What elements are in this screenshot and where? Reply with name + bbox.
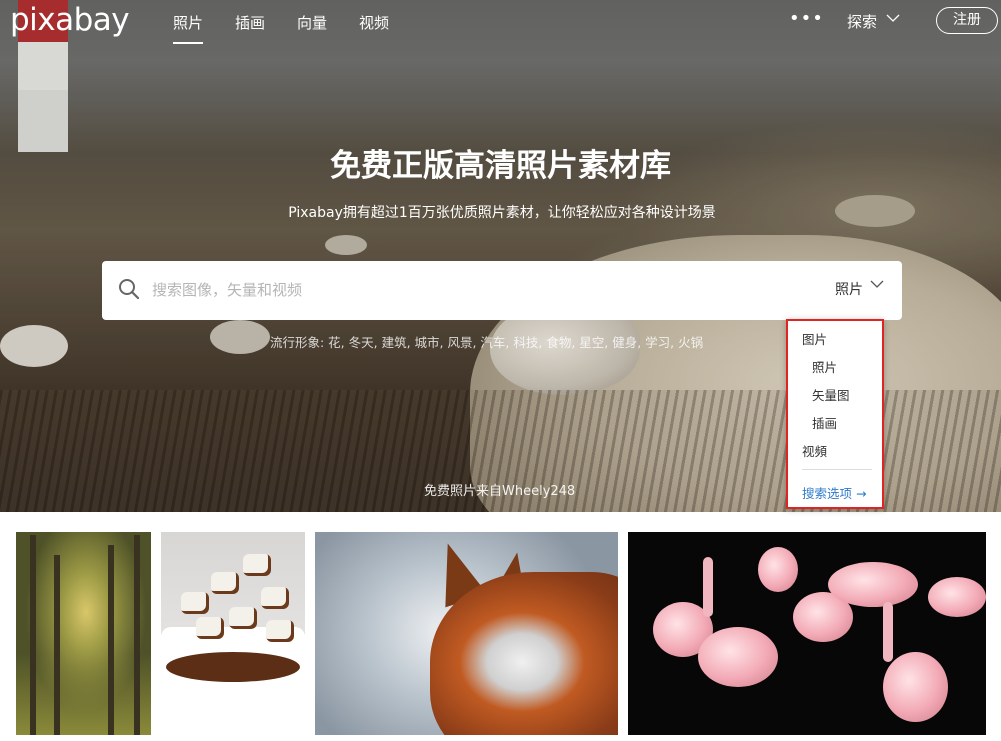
chevron-down-icon [886,12,900,27]
sheep-image [210,320,270,354]
chevron-down-icon[interactable] [870,278,884,293]
dropdown-item-videos[interactable]: 视頻 [802,441,827,460]
popular-tags[interactable]: 流行形象: 花, 冬天, 建筑, 城市, 风景, 汽车, 科技, 食物, 星空,… [270,332,703,351]
dropdown-item-images[interactable]: 图片 [802,329,827,348]
pixabay-logo[interactable]: pixabay [10,2,130,38]
hero-subtitle: Pixabay拥有超过1百万张优质照片素材，让你轻松应对各种设计场景 [288,205,716,221]
dropdown-item-illustrations[interactable]: 插画 [812,413,837,432]
gallery-image-forest[interactable] [16,532,151,735]
explore-menu[interactable]: 探索 [847,11,877,32]
search-bar: 照片 [102,261,902,320]
top-header: pixabay 照片 插画 向量 视频 ••• 探索 注册 [0,0,1001,50]
sheep-image [0,325,68,367]
search-input[interactable] [152,275,712,305]
hero-title: 免费正版高清照片素材库 [330,148,671,184]
dropdown-divider [802,469,872,470]
search-type-dropdown: 图片 照片 矢量图 插画 视頻 搜索选项 → [786,319,884,509]
more-menu-icon[interactable]: ••• [789,8,824,29]
gallery-image-hot-chocolate[interactable] [161,532,305,735]
nav-illustrations[interactable]: 插画 [235,12,265,33]
nav-videos[interactable]: 视频 [359,12,389,33]
nav-photos[interactable]: 照片 [173,12,204,44]
signup-button[interactable]: 注册 [936,7,998,34]
search-icon[interactable] [118,278,140,300]
search-type-select[interactable]: 照片 [835,279,863,299]
gallery-image-flamingos[interactable] [628,532,986,735]
dropdown-item-photos[interactable]: 照片 [812,357,837,376]
search-options-link[interactable]: 搜索选项 → [802,483,866,502]
gallery-image-fox[interactable] [315,532,618,735]
photo-credit[interactable]: 免费照片来自Wheely248 [424,480,575,499]
nav-vectors[interactable]: 向量 [297,12,327,33]
dropdown-item-vectors[interactable]: 矢量图 [812,385,850,404]
sheep-image [325,235,367,255]
